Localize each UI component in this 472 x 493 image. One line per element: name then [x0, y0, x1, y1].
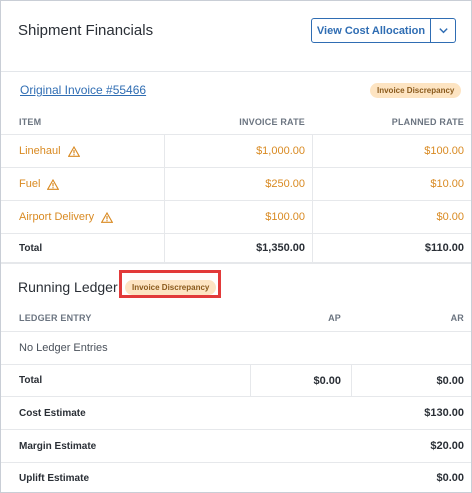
- panel-header: Shipment Financials View Cost Allocation: [1, 1, 471, 61]
- summary-label: Uplift Estimate: [19, 472, 90, 484]
- chevron-down-icon: [438, 28, 448, 34]
- planned-rate-value: $10.00: [430, 178, 464, 190]
- divider: [1, 71, 471, 72]
- invoice-table: ITEM INVOICE RATE PLANNED RATE Linehaul …: [1, 109, 471, 264]
- warning-triangle-icon: [47, 178, 60, 190]
- cost-allocation-dropdown-button[interactable]: [431, 18, 456, 43]
- original-invoice-link[interactable]: Original Invoice #55466: [20, 83, 146, 97]
- column-header-ledger-entry: LEDGER ENTRY: [19, 313, 92, 323]
- column-header-invoice-rate: INVOICE RATE: [239, 116, 305, 127]
- item-label: Linehaul: [19, 135, 80, 167]
- table-row: Linehaul $1,000.00 $100.00: [1, 135, 471, 168]
- table-total-row: Total $1,350.00 $110.00: [1, 234, 471, 264]
- shipment-financials-panel: Shipment Financials View Cost Allocation…: [0, 0, 472, 493]
- table-header-row: ITEM INVOICE RATE PLANNED RATE: [1, 109, 471, 135]
- invoice-rate-value: $1,000.00: [256, 145, 305, 157]
- summary-row: Margin Estimate $20.00: [1, 430, 471, 463]
- total-label: Total: [19, 242, 43, 254]
- warning-triangle-icon: [67, 145, 80, 157]
- ledger-header-row: LEDGER ENTRY AP AR: [1, 305, 471, 332]
- planned-rate-value: $100.00: [424, 145, 464, 157]
- summary-label: Cost Estimate: [19, 407, 86, 419]
- summary-label: Margin Estimate: [19, 440, 97, 452]
- total-invoice-rate: $1,350.00: [256, 242, 305, 254]
- view-cost-allocation-button[interactable]: View Cost Allocation: [311, 18, 431, 43]
- ledger-total-label: Total: [19, 375, 43, 386]
- item-label: Airport Delivery: [19, 201, 114, 233]
- running-ledger-title: Running Ledger: [18, 279, 118, 295]
- no-ledger-entries-text: No Ledger Entries: [19, 342, 108, 354]
- invoice-rate-value: $100.00: [265, 211, 305, 223]
- planned-rate-value: $0.00: [436, 211, 464, 223]
- badge-highlight-box: [119, 270, 221, 298]
- summary-value: $0.00: [436, 472, 464, 484]
- column-header-planned-rate: PLANNED RATE: [391, 116, 464, 127]
- table-row: Fuel $250.00 $10.00: [1, 168, 471, 201]
- invoice-discrepancy-badge: Invoice Discrepancy: [370, 83, 462, 98]
- panel-title: Shipment Financials: [18, 22, 154, 39]
- summary-row: Uplift Estimate $0.00: [1, 463, 471, 493]
- summary-row: Cost Estimate $130.00: [1, 397, 471, 430]
- summary-value: $20.00: [430, 440, 464, 452]
- column-header-item: ITEM: [19, 116, 42, 127]
- column-header-ar: AR: [450, 313, 464, 323]
- item-label: Fuel: [19, 168, 60, 200]
- invoice-rate-value: $250.00: [265, 178, 305, 190]
- ledger-total-ar: $0.00: [436, 374, 464, 387]
- view-cost-allocation-group: View Cost Allocation: [311, 18, 456, 43]
- ledger-table: LEDGER ENTRY AP AR No Ledger Entries Tot…: [1, 305, 471, 493]
- warning-triangle-icon: [101, 211, 114, 223]
- ledger-total-ap: $0.00: [313, 374, 341, 387]
- table-row: Airport Delivery $100.00 $0.00: [1, 201, 471, 234]
- summary-value: $130.00: [424, 407, 464, 419]
- ledger-empty-row: No Ledger Entries: [1, 332, 471, 365]
- running-ledger-header: Running Ledger Invoice Discrepancy: [1, 269, 471, 305]
- ledger-total-row: Total $0.00 $0.00: [1, 365, 471, 397]
- total-planned-rate: $110.00: [424, 242, 464, 254]
- column-header-ap: AP: [328, 313, 341, 323]
- invoice-row: Original Invoice #55466 Invoice Discrepa…: [1, 73, 471, 109]
